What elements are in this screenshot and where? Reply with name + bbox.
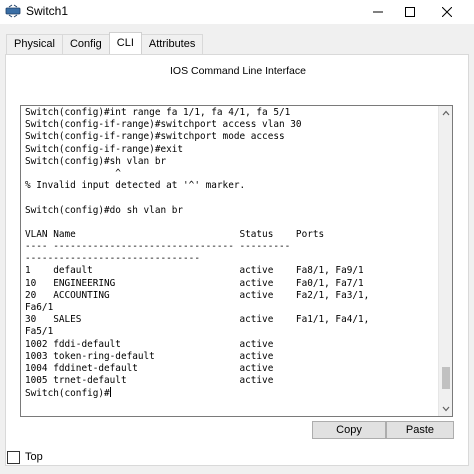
terminal-line: 1005 trnet-default active (25, 375, 274, 387)
terminal-line: 1 default active Fa8/1, Fa9/1 (25, 265, 364, 277)
terminal-line: ^ (25, 167, 121, 179)
window-body: Physical Config CLI Attributes IOS Comma… (0, 24, 474, 474)
scroll-down-button[interactable] (439, 402, 452, 416)
terminal-line: Switch(config-if-range)#switchport mode … (25, 131, 285, 143)
terminal-line: 1003 token-ring-default active (25, 350, 274, 362)
cli-terminal[interactable]: Switch(config)#int range fa 1/1, fa 4/1,… (20, 105, 453, 417)
terminal-line: ------------------------------- (25, 253, 200, 265)
scroll-up-button[interactable] (439, 106, 452, 120)
close-button[interactable] (427, 0, 467, 24)
terminal-prompt-line: Switch(config)# (25, 387, 433, 399)
terminal-prompt: Switch(config)# (25, 388, 110, 400)
window-title: Switch1 (26, 4, 69, 18)
terminal-line: 1002 fddi-default active (25, 338, 274, 350)
top-option[interactable]: Top (7, 450, 43, 464)
tab-cli[interactable]: CLI (108, 32, 142, 54)
terminal-line: ---- -------------------------------- --… (25, 241, 291, 253)
terminal-scrollbar[interactable] (438, 106, 452, 416)
terminal-line: VLAN Name Status Ports (25, 228, 325, 240)
close-icon (442, 7, 452, 17)
terminal-line: Fa6/1 (25, 302, 54, 313)
tab-physical[interactable]: Physical (6, 34, 63, 54)
terminal-line: 20 ACCOUNTING active Fa2/1, Fa3/1, (25, 289, 370, 301)
minimize-icon (373, 11, 383, 13)
terminal-line: Switch(config-if-range)#exit (25, 143, 184, 155)
chevron-up-icon (442, 110, 450, 116)
copy-button[interactable]: Copy (312, 421, 386, 439)
cli-panel: IOS Command Line Interface Switch(config… (5, 54, 469, 466)
maximize-icon (405, 7, 415, 17)
maximize-button[interactable] (390, 0, 430, 24)
scroll-track[interactable] (439, 120, 452, 402)
terminal-line: Fa5/1 (25, 326, 54, 338)
switch-app-icon (5, 4, 21, 18)
top-label: Top (25, 451, 43, 463)
terminal-output: Switch(config)#int range fa 1/1, fa 4/1,… (25, 107, 433, 400)
tab-attributes[interactable]: Attributes (140, 34, 204, 54)
terminal-line: % Invalid input detected at '^' marker. (25, 180, 246, 192)
terminal-line: 1004 fddinet-default active (25, 362, 274, 374)
terminal-line: 30 SALES active Fa1/1, Fa4/1, (25, 314, 370, 326)
terminal-line: Switch(config)#sh vlan br (25, 155, 167, 167)
terminal-line: Switch(config)#int range fa 1/1, fa 4/1,… (25, 107, 291, 118)
terminal-line: 10 ENGINEERING active Fa0/1, Fa7/1 (25, 277, 364, 289)
paste-button[interactable]: Paste (386, 421, 454, 439)
tab-bar: Physical Config CLI Attributes (6, 32, 204, 54)
panel-title: IOS Command Line Interface (170, 65, 306, 77)
chevron-down-icon (442, 406, 450, 412)
tab-config[interactable]: Config (61, 34, 110, 54)
text-cursor (109, 387, 111, 398)
scroll-thumb[interactable] (442, 367, 450, 389)
title-bar: Switch1 (0, 0, 474, 24)
terminal-line: Switch(config)#do sh vlan br (25, 204, 184, 216)
terminal-line: Switch(config-if-range)#switchport acces… (25, 119, 302, 131)
top-checkbox[interactable] (7, 450, 20, 464)
